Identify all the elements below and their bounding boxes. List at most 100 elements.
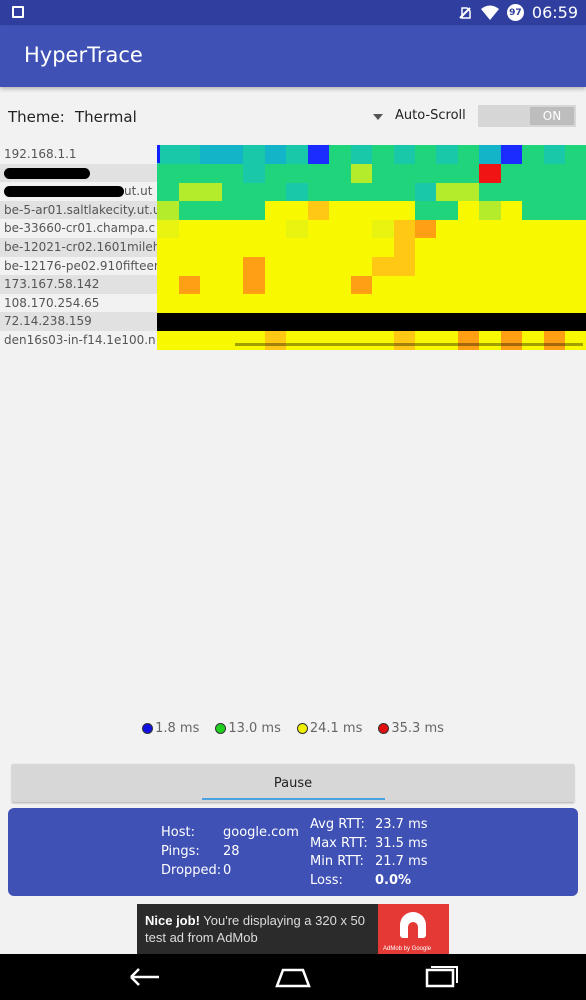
host-row[interactable]: 192.168.1.1 [0, 145, 157, 164]
autoscroll-toggle[interactable]: ON [478, 105, 576, 127]
avg-rtt-value: 23.7 ms [375, 817, 428, 832]
heatmap-cell [178, 331, 201, 350]
heatmap-cell [264, 275, 287, 295]
heatmap-cell [521, 182, 544, 202]
battery-icon: 97 [506, 4, 524, 21]
heatmap-cell [328, 275, 351, 295]
home-icon[interactable] [273, 964, 313, 990]
host-row[interactable]: be-5-ar01.saltlakecity.ut.u [0, 200, 157, 220]
heatmap-cell [157, 200, 179, 220]
heatmap-cell [242, 293, 265, 313]
heatmap-cell [307, 293, 330, 313]
heatmap-cell [564, 275, 586, 295]
heatmap-scrollbar[interactable] [235, 343, 583, 346]
heatmap-cell [543, 219, 566, 239]
heatmap-cell [199, 163, 222, 183]
heatmap-cell [285, 331, 308, 350]
heatmap-cell [199, 275, 222, 295]
heatmap-cell [350, 182, 373, 202]
host-row[interactable]: 173.167.58.142 [0, 275, 157, 294]
heatmap-cell [157, 293, 179, 313]
host-row[interactable]: be-12021-cr02.1601mileh [0, 237, 157, 257]
back-arrow-icon[interactable] [125, 964, 165, 990]
recents-icon[interactable] [421, 964, 461, 990]
host-row[interactable]: 108.170.254.65 [0, 294, 157, 313]
heatmap-cell [371, 238, 394, 257]
heatmap-cell [521, 312, 544, 332]
heatmap-cell [500, 312, 523, 332]
host-label: ut.ut [124, 184, 153, 199]
pause-button[interactable]: Pause [12, 764, 574, 802]
heatmap-cell [371, 200, 394, 220]
host-row[interactable]: be-33660-cr01.champa.c [0, 219, 157, 238]
heatmap-cell [307, 163, 330, 183]
heatmap-cell [264, 163, 287, 183]
heatmap-cell [371, 331, 394, 350]
heatmap-cursor [157, 145, 160, 163]
ad-banner[interactable]: Nice job! You're displaying a 320 x 50 t… [137, 904, 449, 954]
heatmap-cell [521, 145, 544, 164]
heatmap-cell [221, 293, 244, 313]
heatmap-cell [392, 275, 415, 295]
heatmap-cell [435, 145, 458, 164]
no-sim-icon [459, 6, 471, 19]
heatmap-cell [457, 312, 480, 332]
heatmap-cell [478, 331, 501, 350]
legend-label: 1.8 ms [155, 720, 200, 736]
heatmap-cell [564, 293, 586, 313]
admob-logo: AdMob by Google [378, 904, 449, 954]
heatmap-cell [521, 219, 544, 239]
host-row[interactable]: be-12176-pe02.910fifteen [0, 257, 157, 276]
heatmap-cell [564, 200, 586, 220]
host-row[interactable] [0, 163, 157, 183]
theme-value: Thermal [75, 108, 137, 126]
navigation-bar [0, 954, 586, 1000]
heatmap-cell [221, 182, 244, 202]
heatmap-cell [307, 219, 330, 239]
heatmap-cell [328, 182, 351, 202]
heatmap-cell [543, 331, 566, 350]
heatmap-cell [414, 200, 437, 220]
heatmap-cell [242, 200, 265, 220]
heatmap-cell [199, 238, 222, 257]
heatmap-cell [221, 331, 244, 350]
pause-underline [202, 798, 385, 800]
heatmap-cell [500, 219, 523, 239]
heatmap-cell [178, 219, 201, 239]
heatmap-cell [285, 275, 308, 295]
legend-dot-icon [378, 722, 390, 734]
heatmap-cell [521, 293, 544, 313]
host-label: 108.170.254.65 [4, 295, 100, 310]
heatmap-cell [285, 163, 308, 183]
host-list: 192.168.1.1 ut.ut be-5-ar01.saltlakecity.u… [0, 145, 157, 350]
heatmap-cell [178, 200, 201, 220]
status-icons: 97 06:59 [457, 0, 578, 25]
heatmap-cell [457, 238, 480, 257]
host-label: 72.14.238.159 [4, 314, 92, 329]
heatmap-cell [285, 200, 308, 220]
host-label: den16s03-in-f14.1e100.n [4, 332, 156, 347]
host-row[interactable]: 72.14.238.159 [0, 312, 157, 331]
heatmap-cell [435, 293, 458, 313]
heatmap-cell [414, 163, 437, 183]
theme-dropdown[interactable]: Thermal [75, 108, 385, 130]
heatmap-cell [414, 182, 437, 202]
autoscroll-label: Auto-Scroll [395, 108, 466, 123]
heatmap-cell [264, 293, 287, 313]
host-label: be-5-ar01.saltlakecity.ut.u [4, 202, 157, 217]
heatmap-cell [392, 331, 415, 350]
heatmap-cell [157, 312, 179, 332]
host-label: 173.167.58.142 [4, 277, 100, 292]
heatmap-cell [478, 256, 501, 276]
heatmap-cell [350, 293, 373, 313]
host-row[interactable]: ut.ut [0, 182, 157, 201]
heatmap-cell [414, 275, 437, 295]
heatmap-cell [371, 219, 394, 239]
heatmap-cell [285, 238, 308, 257]
heatmap-cell [543, 275, 566, 295]
app-bar: HyperTrace [0, 25, 586, 87]
heatmap-cell [392, 293, 415, 313]
heatmap-cell [543, 145, 566, 164]
host-row[interactable]: den16s03-in-f14.1e100.n [0, 331, 157, 350]
legend-label: 24.1 ms [309, 720, 363, 736]
